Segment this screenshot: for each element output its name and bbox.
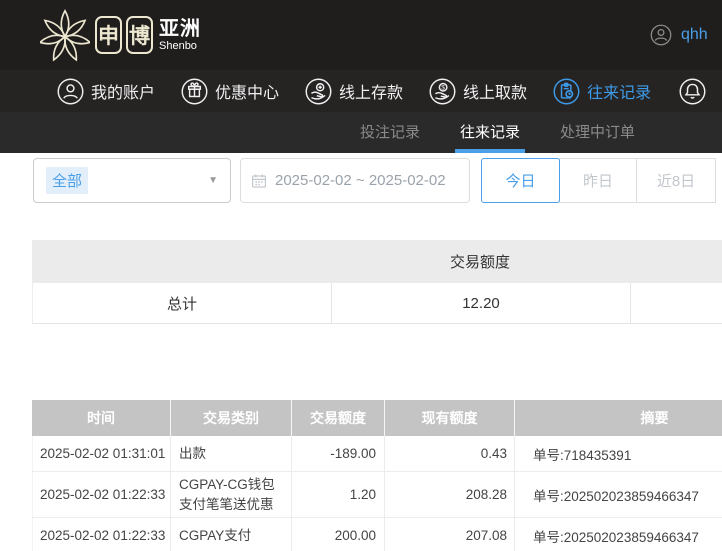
summary-total-value: 12.20: [331, 283, 631, 323]
cell-summary: 单号:202502023859466347: [515, 472, 722, 517]
logo-subtitle-text: Shenbo: [159, 40, 201, 53]
bell-icon: [679, 78, 706, 105]
summary-total-label: 总计: [33, 283, 331, 323]
nav-item-deposit[interactable]: 线上存款: [305, 78, 403, 105]
tab-betting-records[interactable]: 投注记录: [355, 112, 425, 153]
cell-amount: 1.20: [292, 472, 385, 517]
logo-char-box-2: 博: [126, 16, 153, 54]
nav-item-label: 线上存款: [339, 79, 403, 103]
type-select-value: 全部: [46, 167, 88, 194]
nav-item-announcements[interactable]: [679, 78, 706, 105]
col-header-time: 时间: [32, 400, 171, 436]
nav-item-my-account[interactable]: 我的账户: [57, 78, 155, 105]
nav-item-label: 我的账户: [91, 79, 155, 103]
user-area[interactable]: qhh: [650, 0, 708, 70]
content-area: 全部 ▼ 2025-02-02 ~ 2025-02-02 今日 昨日 近8日 交…: [0, 153, 722, 551]
nav-item-label: 往来记录: [587, 79, 651, 103]
gift-icon: [181, 78, 208, 105]
date-range-value: 2025-02-02 ~ 2025-02-02: [275, 172, 446, 189]
col-header-type: 交易类别: [171, 400, 292, 436]
summary-header-row: 交易额度: [32, 240, 722, 283]
nav-item-promotions[interactable]: 优惠中心: [181, 78, 279, 105]
chevron-down-icon: ▼: [208, 175, 218, 186]
cell-time: 2025-02-02 01:22:33: [32, 472, 171, 517]
summary-header-amount: 交易额度: [330, 251, 630, 272]
transaction-type-select[interactable]: 全部 ▼: [33, 158, 231, 203]
nav-item-withdraw[interactable]: $ 线上取款: [429, 78, 527, 105]
summary-table: 交易额度 总计 12.20: [32, 240, 722, 324]
cell-balance: 0.43: [385, 436, 515, 471]
nav-item-label: 优惠中心: [215, 79, 279, 103]
quick-date-buttons: 今日 昨日 近8日: [481, 158, 716, 203]
record-tabs: 投注记录 往来记录 处理中订单: [0, 112, 722, 153]
cell-time: 2025-02-02 01:31:01: [32, 436, 171, 471]
logo-region-text: 亚洲: [159, 18, 201, 40]
top-bar: 申 博 亚洲 Shenbo qhh: [0, 0, 722, 70]
cell-time: 2025-02-02 01:22:33: [32, 518, 171, 551]
last-8-days-button[interactable]: 近8日: [636, 158, 716, 203]
svg-text:$: $: [441, 84, 445, 91]
withdraw-hand-money-icon: $: [429, 78, 456, 105]
cell-balance: 207.08: [385, 518, 515, 551]
cell-type: 出款: [171, 436, 292, 471]
yesterday-button[interactable]: 昨日: [559, 158, 637, 203]
site-logo[interactable]: 申 博 亚洲 Shenbo: [40, 8, 201, 62]
records-table: 时间 交易类别 交易额度 现有额度 摘要 2025-02-02 01:31:01…: [32, 400, 722, 551]
avatar-icon: [650, 24, 672, 46]
records-clipboard-icon: [553, 78, 580, 105]
date-range-input[interactable]: 2025-02-02 ~ 2025-02-02: [240, 158, 470, 203]
table-row: 2025-02-02 01:22:33 CGPAY支付 200.00 207.0…: [32, 518, 722, 551]
user-icon: [57, 78, 84, 105]
cell-summary: 单号:202502023859466347: [515, 518, 722, 551]
flower-logo-icon: [40, 8, 90, 62]
col-header-amount: 交易额度: [292, 400, 385, 436]
logo-char-box-1: 申: [95, 16, 122, 54]
col-header-summary: 摘要: [515, 400, 722, 436]
app-window: 申 博 亚洲 Shenbo qhh 我的账户: [0, 0, 722, 551]
cell-amount: 200.00: [292, 518, 385, 551]
cell-summary: 单号:718435391: [515, 436, 722, 471]
tab-transaction-records[interactable]: 往来记录: [455, 112, 525, 153]
nav-item-transaction-records[interactable]: 往来记录: [553, 78, 651, 105]
main-nav: 我的账户 优惠中心 线上存款 $: [0, 70, 722, 112]
deposit-hand-coin-icon: [305, 78, 332, 105]
table-row: 2025-02-02 01:31:01 出款 -189.00 0.43 单号:7…: [32, 436, 722, 472]
summary-total-empty: [631, 283, 722, 323]
records-table-header: 时间 交易类别 交易额度 现有额度 摘要: [32, 400, 722, 436]
cell-balance: 208.28: [385, 472, 515, 517]
cell-amount: -189.00: [292, 436, 385, 471]
col-header-balance: 现有额度: [385, 400, 515, 436]
nav-item-label: 线上取款: [463, 79, 527, 103]
cell-type: CGPAY-CG钱包支付笔笔送优惠: [171, 472, 292, 517]
calendar-icon: [251, 173, 267, 189]
cell-type: CGPAY支付: [171, 518, 292, 551]
table-row: 2025-02-02 01:22:33 CGPAY-CG钱包支付笔笔送优惠 1.…: [32, 472, 722, 518]
username-label[interactable]: qhh: [681, 26, 708, 44]
tab-pending-orders[interactable]: 处理中订单: [555, 112, 640, 153]
summary-total-row: 总计 12.20: [32, 283, 722, 324]
today-button[interactable]: 今日: [481, 158, 560, 203]
